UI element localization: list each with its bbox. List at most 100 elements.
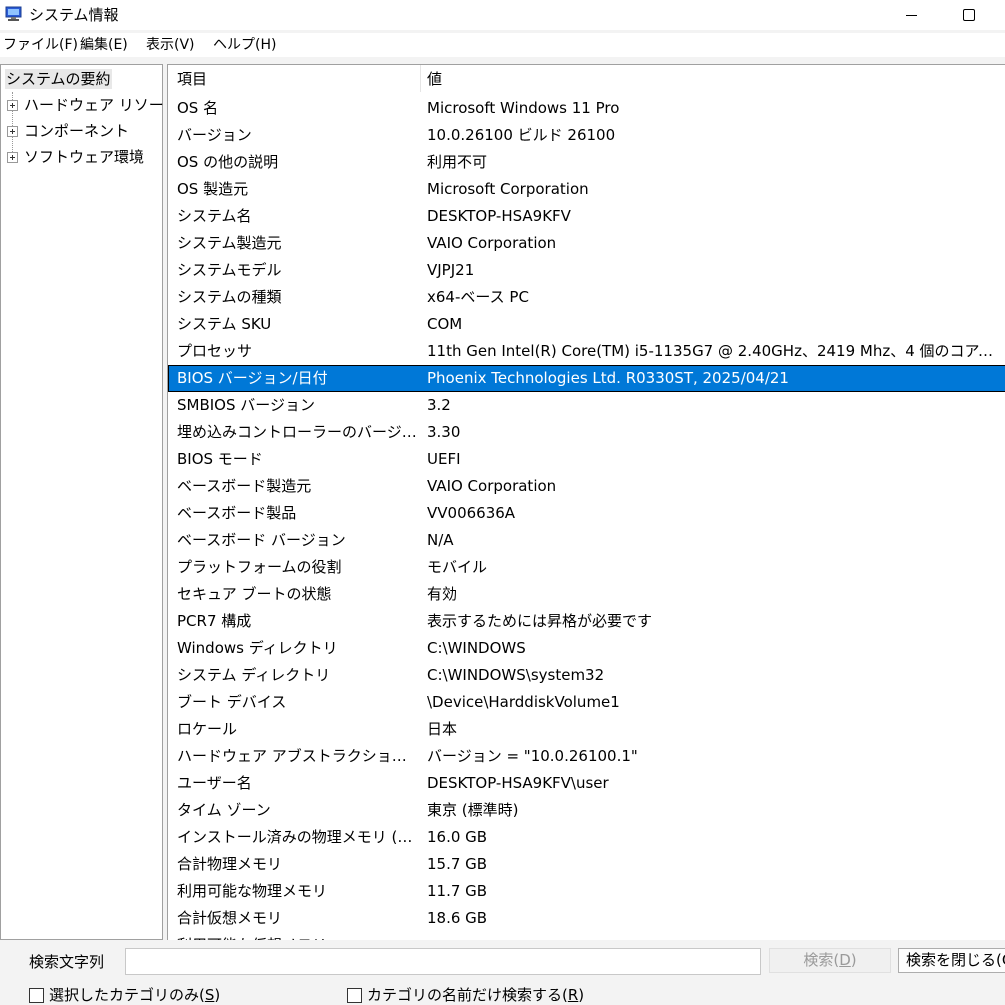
table-row[interactable]: ハードウェア アブストラクション レイ… バージョン = "10.0.26100.… — [168, 743, 1005, 770]
row-item-cell: システムの種類 — [177, 288, 282, 306]
maximize-button[interactable] — [946, 0, 992, 30]
table-row[interactable]: ベースボード製造元 VAIO Corporation — [168, 473, 1005, 500]
menu-help[interactable]: ヘルプ(H) — [213, 37, 276, 53]
row-item-cell: タイム ゾーン — [177, 801, 271, 819]
plus-box-icon[interactable] — [7, 125, 18, 137]
column-header-value[interactable]: 値 — [427, 69, 442, 89]
row-item-cell: プロセッサ — [177, 342, 253, 360]
table-row[interactable]: OS 製造元 Microsoft Corporation — [168, 176, 1005, 203]
row-value-cell: 15.7 GB — [427, 855, 488, 873]
row-item-cell: システム名 — [177, 207, 252, 225]
search-input[interactable] — [125, 948, 761, 975]
table-row[interactable]: ユーザー名 DESKTOP-HSA9KFV\user — [168, 770, 1005, 797]
table-row[interactable]: 利用可能な物理メモリ 11.7 GB — [168, 878, 1005, 905]
option-suffix: ) — [214, 986, 221, 1004]
row-item-cell: 埋め込みコントローラーのバージョン — [177, 423, 417, 441]
search-button-text: 検索( — [803, 951, 840, 969]
table-row[interactable]: 利用可能な仮想メモリ — [168, 932, 1005, 940]
table-row[interactable]: システム SKU COM — [168, 311, 1005, 338]
row-value-cell: 10.0.26100 ビルド 26100 — [427, 126, 616, 144]
tree-item-system-summary[interactable]: システムの要約 — [5, 69, 112, 89]
option-suffix: ) — [578, 986, 585, 1004]
menu-file[interactable]: ファイル(F) — [3, 37, 78, 53]
table-row[interactable]: タイム ゾーン 東京 (標準時) — [168, 797, 1005, 824]
option-key: S — [204, 986, 215, 1004]
table-row[interactable]: インストール済みの物理メモリ (RA… 16.0 GB — [168, 824, 1005, 851]
selected-category-only-option[interactable]: 選択したカテゴリのみ(S) — [29, 986, 220, 1004]
row-value-cell: 東京 (標準時) — [427, 801, 519, 819]
tree-item-hardware-resources[interactable]: ハードウェア リソース — [7, 95, 178, 115]
row-value-cell: Microsoft Corporation — [427, 180, 589, 198]
table-row[interactable]: システムの種類 x64-ベース PC — [168, 284, 1005, 311]
plus-box-icon[interactable] — [7, 151, 18, 163]
column-header-item[interactable]: 項目 — [177, 69, 207, 89]
row-value-cell: C:\WINDOWS\system32 — [427, 666, 605, 684]
row-value-cell: UEFI — [427, 450, 461, 468]
row-item-cell: BIOS バージョン/日付 — [177, 369, 328, 387]
row-value-cell: VV006636A — [427, 504, 516, 522]
table-row[interactable]: OS の他の説明 利用不可 — [168, 149, 1005, 176]
table-row[interactable]: セキュア ブートの状態 有効 — [168, 581, 1005, 608]
category-names-only-option[interactable]: カテゴリの名前だけ検索する(R) — [347, 986, 584, 1004]
tree-item-software-environment[interactable]: ソフトウェア環境 — [7, 147, 144, 167]
row-item-cell: SMBIOS バージョン — [177, 396, 315, 414]
search-button[interactable]: 検索(D) — [769, 948, 891, 973]
table-row[interactable]: バージョン 10.0.26100 ビルド 26100 — [168, 122, 1005, 149]
table-row[interactable]: システム名 DESKTOP-HSA9KFV — [168, 203, 1005, 230]
table-row[interactable]: ブート デバイス \Device\HarddiskVolume1 — [168, 689, 1005, 716]
table-row[interactable]: システム ディレクトリ C:\WINDOWS\system32 — [168, 662, 1005, 689]
table-row[interactable]: Windows ディレクトリ C:\WINDOWS — [168, 635, 1005, 662]
row-item-cell: 利用可能な物理メモリ — [177, 882, 328, 900]
table-row[interactable]: ベースボード製品 VV006636A — [168, 500, 1005, 527]
list-rows: OS 名 Microsoft Windows 11 Pro バージョン 10.0.26… — [168, 95, 1005, 940]
row-item-cell: ブート デバイス — [177, 693, 287, 711]
row-item-cell: ベースボード バージョン — [177, 531, 346, 549]
table-row[interactable]: OS 名 Microsoft Windows 11 Pro — [168, 95, 1005, 122]
row-item-cell: ロケール — [177, 720, 238, 738]
table-row[interactable]: ベースボード バージョン N/A — [168, 527, 1005, 554]
row-item-cell: 合計物理メモリ — [177, 855, 283, 873]
row-value-cell: VAIO Corporation — [427, 477, 557, 495]
category-tree[interactable]: システムの要約 ハードウェア リソース コンポーネント ソフトウェア環境 — [0, 64, 178, 940]
row-value-cell: COM — [427, 315, 463, 333]
menu-edit[interactable]: 編集(E) — [80, 37, 128, 53]
table-row[interactable]: システム製造元 VAIO Corporation — [168, 230, 1005, 257]
table-row[interactable]: BIOS バージョン/日付 Phoenix Technologies Ltd. R… — [168, 365, 1005, 392]
tree-item-label: ソフトウェア環境 — [24, 148, 145, 166]
row-item-cell: システム SKU — [177, 315, 272, 333]
row-item-cell: OS 名 — [177, 99, 219, 117]
row-value-cell: 11th Gen Intel(R) Core(TM) i5-1135G7 @ 2… — [427, 342, 1003, 360]
row-value-cell: \Device\HarddiskVolume1 — [427, 693, 620, 711]
row-value-cell: 利用不可 — [427, 153, 488, 171]
selected-category-only-checkbox[interactable] — [29, 987, 44, 1003]
table-row[interactable]: 合計物理メモリ 15.7 GB — [168, 851, 1005, 878]
option-text: 選択したカテゴリのみ( — [49, 986, 205, 1004]
table-row[interactable]: プラットフォームの役割 モバイル — [168, 554, 1005, 581]
column-separator[interactable] — [420, 65, 421, 92]
category-names-only-checkbox[interactable] — [347, 987, 362, 1003]
search-panel: 検索文字列 検索(D) 検索を閉じる(C) 選択したカテゴリのみ(S) カテゴリ… — [0, 940, 1005, 1005]
table-row[interactable]: PCR7 構成 表示するためには昇格が必要です — [168, 608, 1005, 635]
table-row[interactable]: SMBIOS バージョン 3.2 — [168, 392, 1005, 419]
tree-item-components[interactable]: コンポーネント — [7, 121, 129, 141]
row-item-cell: OS の他の説明 — [177, 153, 279, 171]
search-button-suffix: ) — [850, 951, 857, 969]
table-row[interactable]: 埋め込みコントローラーのバージョン 3.30 — [168, 419, 1005, 446]
menu-bar: ファイル(F) 編集(E) 表示(V) ヘルプ(H) — [0, 33, 1005, 57]
row-item-cell: プラットフォームの役割 — [177, 558, 342, 576]
search-label: 検索文字列 — [29, 953, 105, 971]
details-list[interactable]: 項目 値 OS 名 Microsoft Windows 11 Pro バージョン 10… — [167, 64, 1005, 940]
menu-view[interactable]: 表示(V) — [146, 37, 195, 53]
row-item-cell: インストール済みの物理メモリ (RA… — [177, 828, 417, 846]
row-value-cell: C:\WINDOWS — [427, 639, 526, 657]
table-row[interactable]: ロケール 日本 — [168, 716, 1005, 743]
close-search-button[interactable]: 検索を閉じる(C) — [898, 948, 1005, 973]
minimize-button[interactable] — [888, 0, 934, 30]
option-text: カテゴリの名前だけ検索する( — [367, 986, 568, 1004]
table-row[interactable]: BIOS モード UEFI — [168, 446, 1005, 473]
plus-box-icon[interactable] — [7, 99, 18, 111]
table-row[interactable]: 合計仮想メモリ 18.6 GB — [168, 905, 1005, 932]
table-row[interactable]: システムモデル VJPJ21 — [168, 257, 1005, 284]
table-row[interactable]: プロセッサ 11th Gen Intel(R) Core(TM) i5-1135G… — [168, 338, 1005, 365]
option-key: R — [567, 986, 579, 1004]
